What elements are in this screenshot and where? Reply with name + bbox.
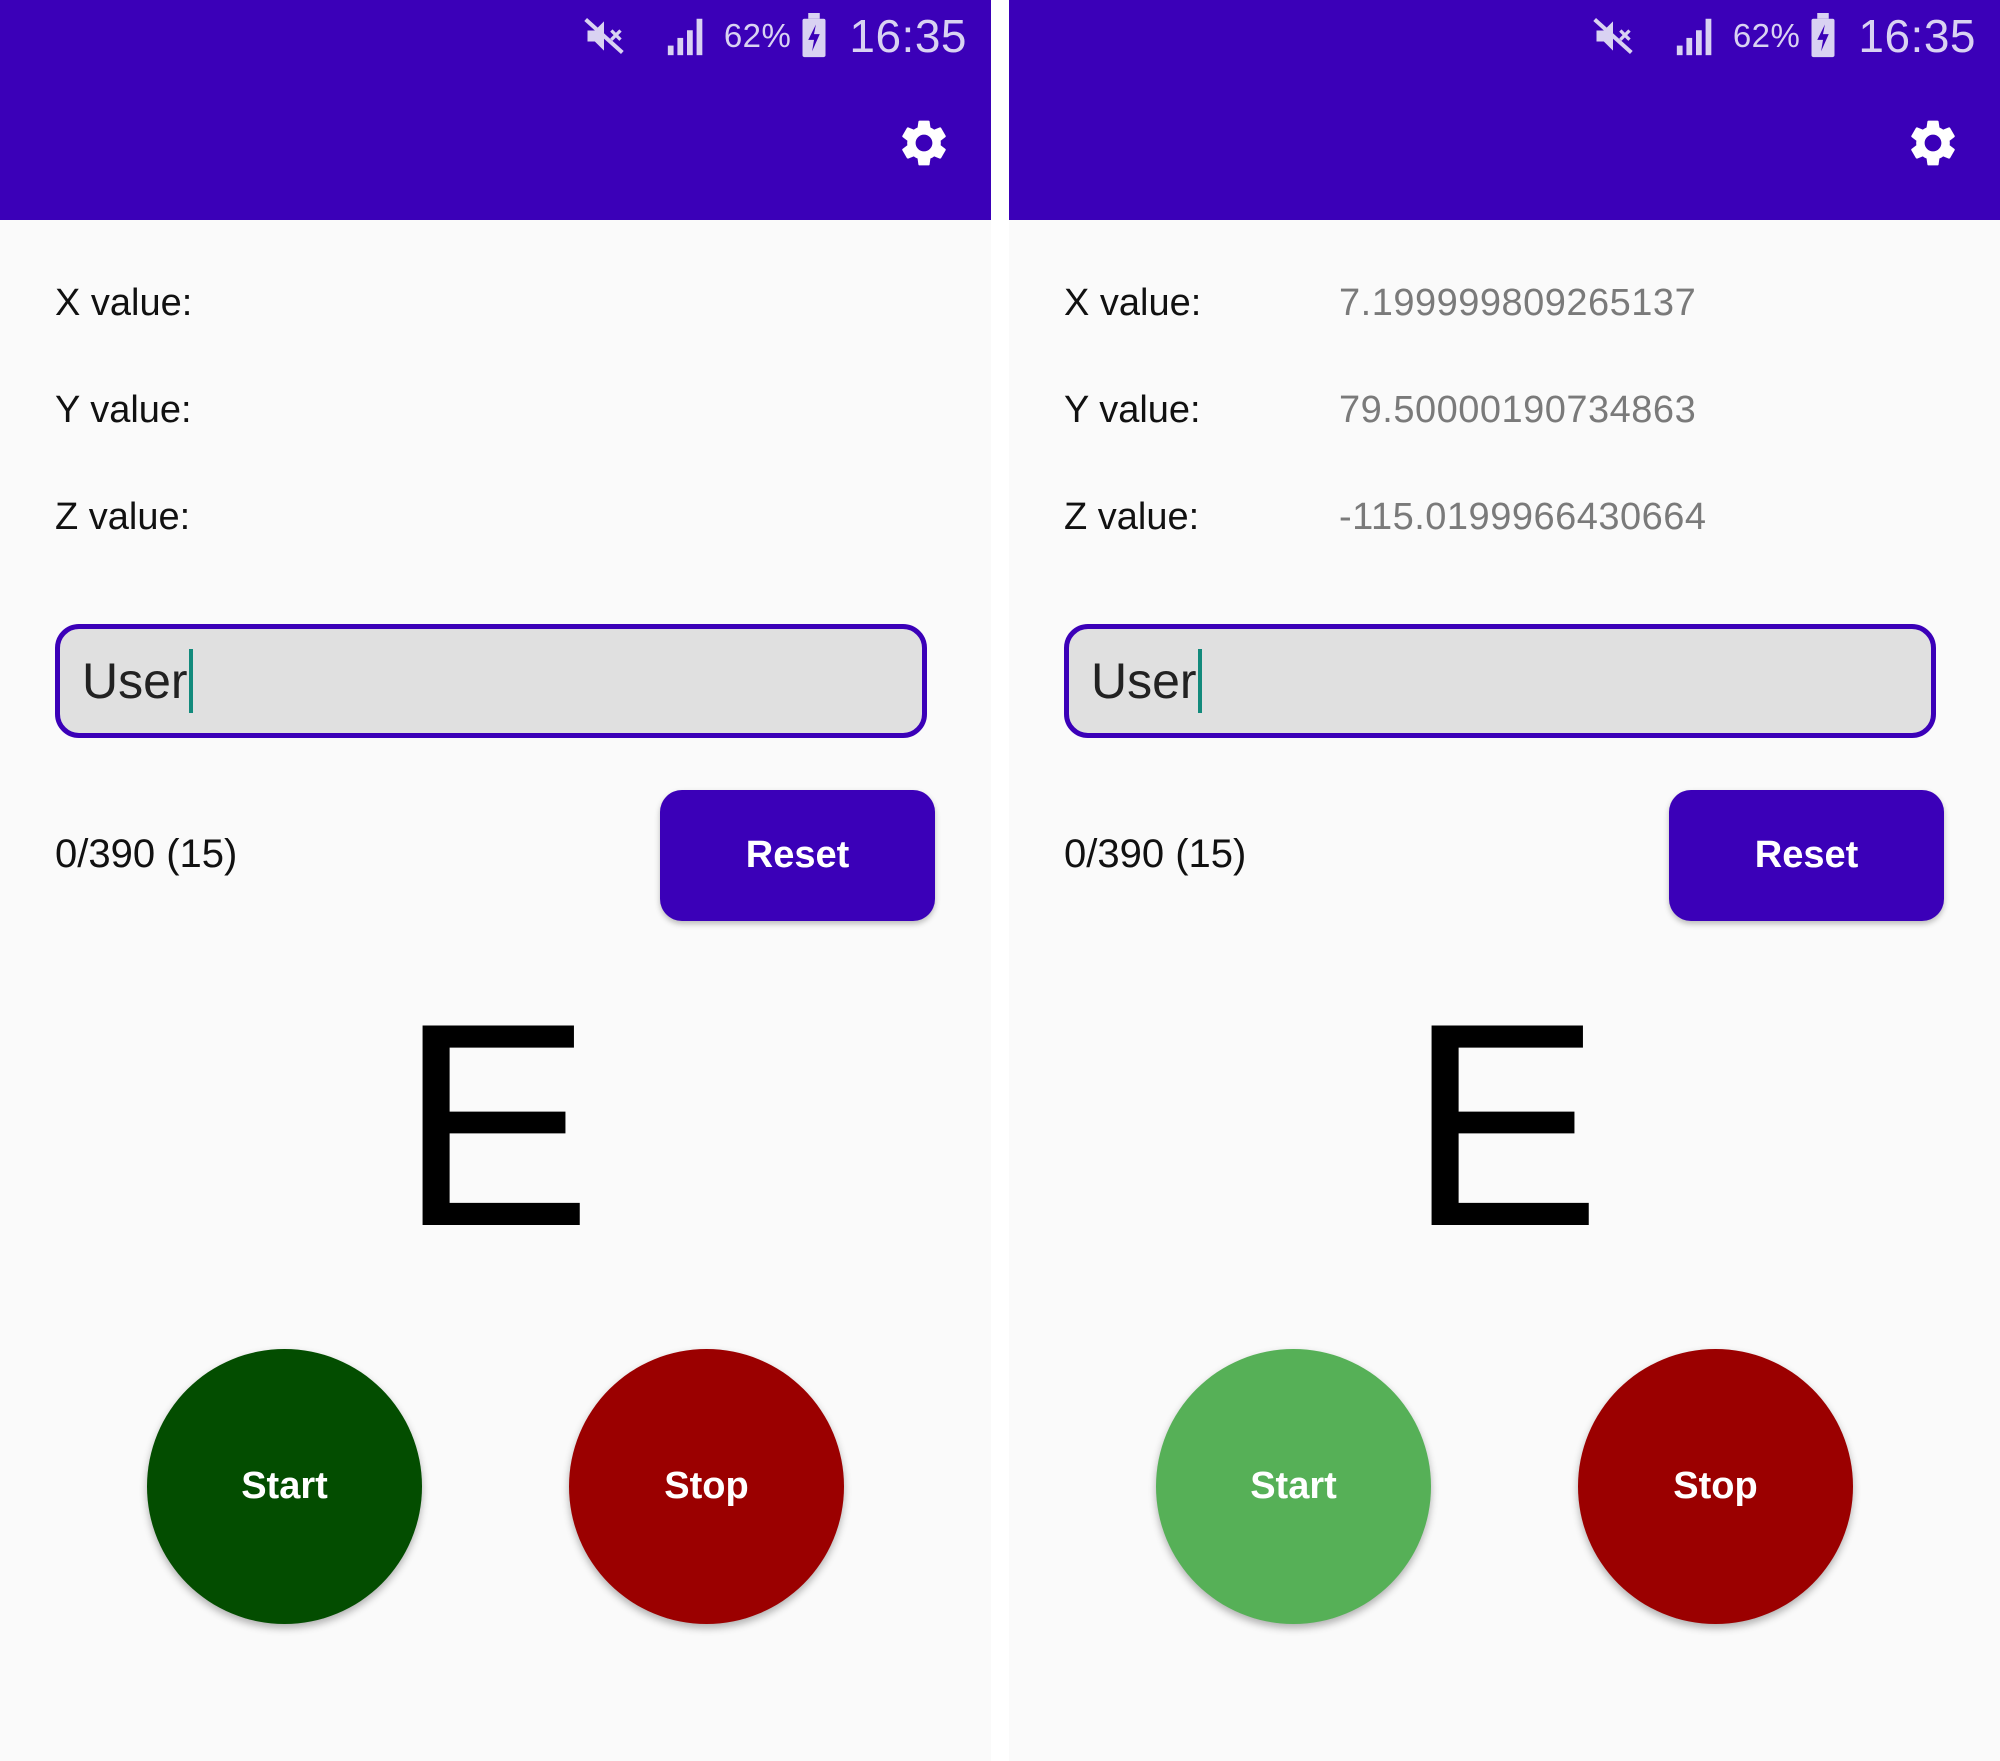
user-input-text: User [82, 653, 188, 709]
gear-icon[interactable] [1905, 115, 1961, 171]
z-value-label: Z value: [55, 496, 191, 538]
signal-icon [667, 18, 703, 56]
y-value: 79.50000190734863 [1339, 389, 1697, 431]
phone-screen-right: 62% 16:35 X value: 7.199999809265137 Y v… [1009, 0, 2000, 1761]
stop-button[interactable]: Stop [1578, 1349, 1853, 1624]
reset-button[interactable]: Reset [660, 790, 935, 921]
progress-counter: 0/390 (15) [1064, 832, 1247, 876]
battery-charging-icon [1811, 13, 1835, 58]
status-bar: 62% 16:35 [582, 8, 967, 64]
x-value-label: X value: [55, 282, 193, 324]
user-input-text: User [1091, 653, 1197, 709]
phone-screen-left: 62% 16:35 X value: Y value: Z value: Use… [0, 0, 991, 1761]
app-bar: 62% 16:35 [0, 0, 991, 220]
signal-icon [1676, 18, 1712, 56]
stage: 62% 16:35 X value: Y value: Z value: Use… [0, 0, 2000, 1761]
battery-percent: 62% [1732, 17, 1801, 54]
user-name-input[interactable]: User [55, 624, 927, 738]
x-value: 7.199999809265137 [1339, 282, 1697, 324]
y-value-label: Y value: [55, 389, 192, 431]
z-value-label: Z value: [1064, 496, 1200, 538]
y-value-label: Y value: [1064, 389, 1201, 431]
stimulus-letter: E [1407, 963, 1602, 1287]
status-time: 16:35 [1858, 10, 1976, 62]
battery-charging-icon [802, 13, 826, 58]
user-name-input[interactable]: User [1064, 624, 1936, 738]
stop-button[interactable]: Stop [569, 1349, 844, 1624]
z-value: -115.0199966430664 [1339, 496, 1707, 538]
reset-button[interactable]: Reset [1669, 790, 1944, 921]
progress-counter: 0/390 (15) [55, 832, 238, 876]
gear-icon[interactable] [896, 115, 952, 171]
battery-percent: 62% [723, 17, 792, 54]
app-bar: 62% 16:35 [1009, 0, 2000, 220]
start-button[interactable]: Start [1156, 1349, 1431, 1624]
text-caret [188, 649, 193, 713]
mute-icon [584, 18, 624, 54]
status-bar: 62% 16:35 [1591, 8, 1976, 64]
stimulus-letter: E [398, 963, 593, 1287]
mute-icon [1593, 18, 1633, 54]
x-value-label: X value: [1064, 282, 1202, 324]
text-caret [1197, 649, 1202, 713]
start-button[interactable]: Start [147, 1349, 422, 1624]
status-time: 16:35 [849, 10, 967, 62]
